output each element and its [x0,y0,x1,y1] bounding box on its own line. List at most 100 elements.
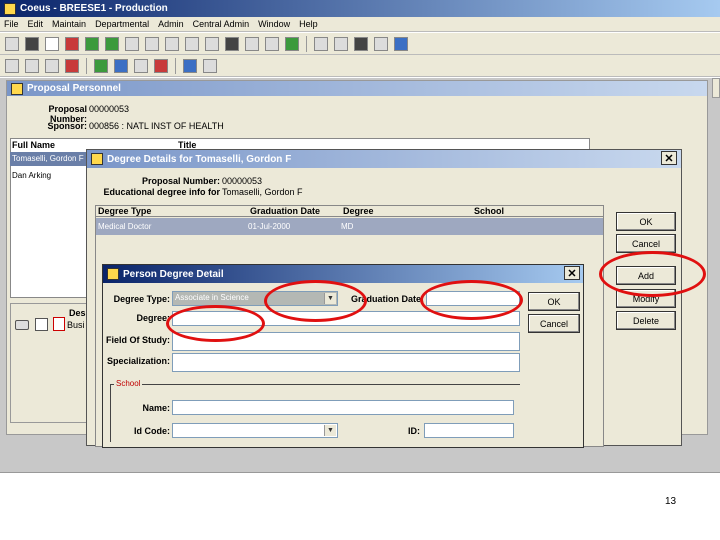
pd-ok-button[interactable]: OK [528,292,580,311]
edit-icon[interactable] [5,58,19,73]
person-degree-close-button[interactable]: ✕ [564,266,580,280]
exit-icon[interactable] [394,36,408,51]
menu-window[interactable]: Window [258,19,290,29]
field-of-study-label: Field Of Study: [106,335,170,345]
school-group-label: School [114,379,143,388]
menu-file[interactable]: File [4,19,19,29]
people-icon[interactable] [85,36,99,51]
proposal-icon[interactable] [5,36,19,51]
user-icon[interactable] [185,36,199,51]
globe-icon[interactable] [245,36,259,51]
specialization-input[interactable] [172,353,520,372]
stamp-icon[interactable] [65,36,79,51]
group-icon[interactable] [265,36,279,51]
id-code-label: Id Code: [134,426,170,436]
id-input[interactable] [424,423,514,438]
monitor-icon[interactable] [285,36,299,51]
close-doc-icon[interactable] [203,58,217,73]
description-value: Busi [67,320,85,330]
col-school: School [474,206,505,216]
dd-ok-button[interactable]: OK [616,212,676,231]
save-icon[interactable] [183,58,197,73]
user-list-icon[interactable] [314,36,328,51]
row-full-name: Dan Arking [12,171,52,180]
window-icon [11,82,23,95]
annotation-ellipse-add [599,251,706,297]
team-icon[interactable] [205,36,219,51]
col-graduation-date: Graduation Date [250,206,321,216]
cell-degree: MD [341,222,354,231]
split-icon[interactable] [354,36,368,51]
annotation-ellipse-graduation-date [420,280,523,320]
print-icon[interactable] [154,58,168,73]
id-code-select[interactable]: ▼ [172,423,338,438]
school-name-input[interactable] [172,400,514,415]
description-label: Des [69,308,86,318]
degree-label: Degree: [136,313,170,323]
sponsor-value: 000856 : NATL INST OF HEALTH [89,121,224,131]
col-degree: Degree [343,206,374,216]
col-full-name: Full Name [12,140,56,150]
up-arrow-icon[interactable] [94,58,108,73]
dd-proposal-number-value: 00000053 [222,176,263,186]
window-icon [91,153,103,165]
menu-help[interactable]: Help [299,19,318,29]
sponsor-label: Sponsor: [47,121,88,131]
name-label: Name: [142,403,170,413]
app-title-bar: Coeus - BREESE1 - Production [0,0,720,17]
app-title: Coeus - BREESE1 - Production [20,3,168,14]
main-toolbar [0,33,720,55]
menu-departmental[interactable]: Departmental [95,19,149,29]
dd-info-label: Educational degree info for [103,187,220,197]
page-number: 13 [665,496,677,507]
sort-icon[interactable] [134,58,148,73]
columns-icon[interactable] [225,36,239,51]
menu-admin[interactable]: Admin [158,19,184,29]
pencil-icon[interactable] [25,58,39,73]
table-row[interactable]: Medical Doctor 01-Jul-2000 MD [96,218,603,235]
tools-icon[interactable] [165,36,179,51]
annotation-ellipse-degree [166,305,265,342]
pd-cancel-button[interactable]: Cancel [528,314,580,333]
menu-maintain[interactable]: Maintain [52,19,86,29]
specialization-label: Specialization: [106,356,170,366]
checklist-icon[interactable] [45,36,59,51]
down-arrow-icon[interactable] [114,58,128,73]
degree-details-close-button[interactable]: ✕ [661,151,677,165]
close-icon: ✕ [664,152,674,165]
money-icon[interactable] [105,36,119,51]
certify-icon[interactable] [65,58,79,73]
menu-bar: File Edit Maintain Departmental Admin Ce… [0,17,720,32]
secondary-toolbar [0,55,720,77]
workspace-scrollbar[interactable] [712,78,720,98]
dd-delete-button[interactable]: Delete [616,311,676,330]
table-row[interactable]: Dan Arking [10,169,92,183]
chevron-down-icon[interactable]: ▼ [324,425,336,436]
preview-icon[interactable] [334,36,348,51]
hierarchy-icon[interactable] [145,36,159,51]
cell-degree-type: Medical Doctor [98,222,152,231]
window-icon[interactable] [374,36,388,51]
proposal-personnel-title-bar: Proposal Personnel [7,81,707,96]
annotation-ellipse-degree-type [264,280,367,322]
degree-details-title: Degree Details for Tomaselli, Gordon F [107,153,292,165]
dd-proposal-number-label: Proposal Number: [141,176,220,186]
pdf-icon[interactable] [53,317,65,331]
degree-type-value: Associate in Science [175,293,249,302]
toolbar-separator [86,57,87,74]
menu-central-admin[interactable]: Central Admin [193,19,250,29]
person-degree-title-bar: Person Degree Detail [103,265,583,283]
menu-edit[interactable]: Edit [28,19,44,29]
degree-type-label: Degree Type: [113,294,170,304]
keyhole-icon[interactable] [15,320,29,330]
coeus-app-icon [4,2,16,15]
proposal-number-value: 00000053 [89,104,130,114]
checkbox[interactable] [35,318,48,331]
table-row[interactable]: Tomaselli, Gordon F [10,152,92,166]
degree-details-title-bar: Degree Details for Tomaselli, Gordon F [87,150,681,168]
document-icon[interactable] [45,58,59,73]
close-icon: ✕ [567,267,577,280]
shield-icon[interactable] [25,36,39,51]
toolbar-separator [306,35,307,52]
network-icon[interactable] [125,36,139,51]
